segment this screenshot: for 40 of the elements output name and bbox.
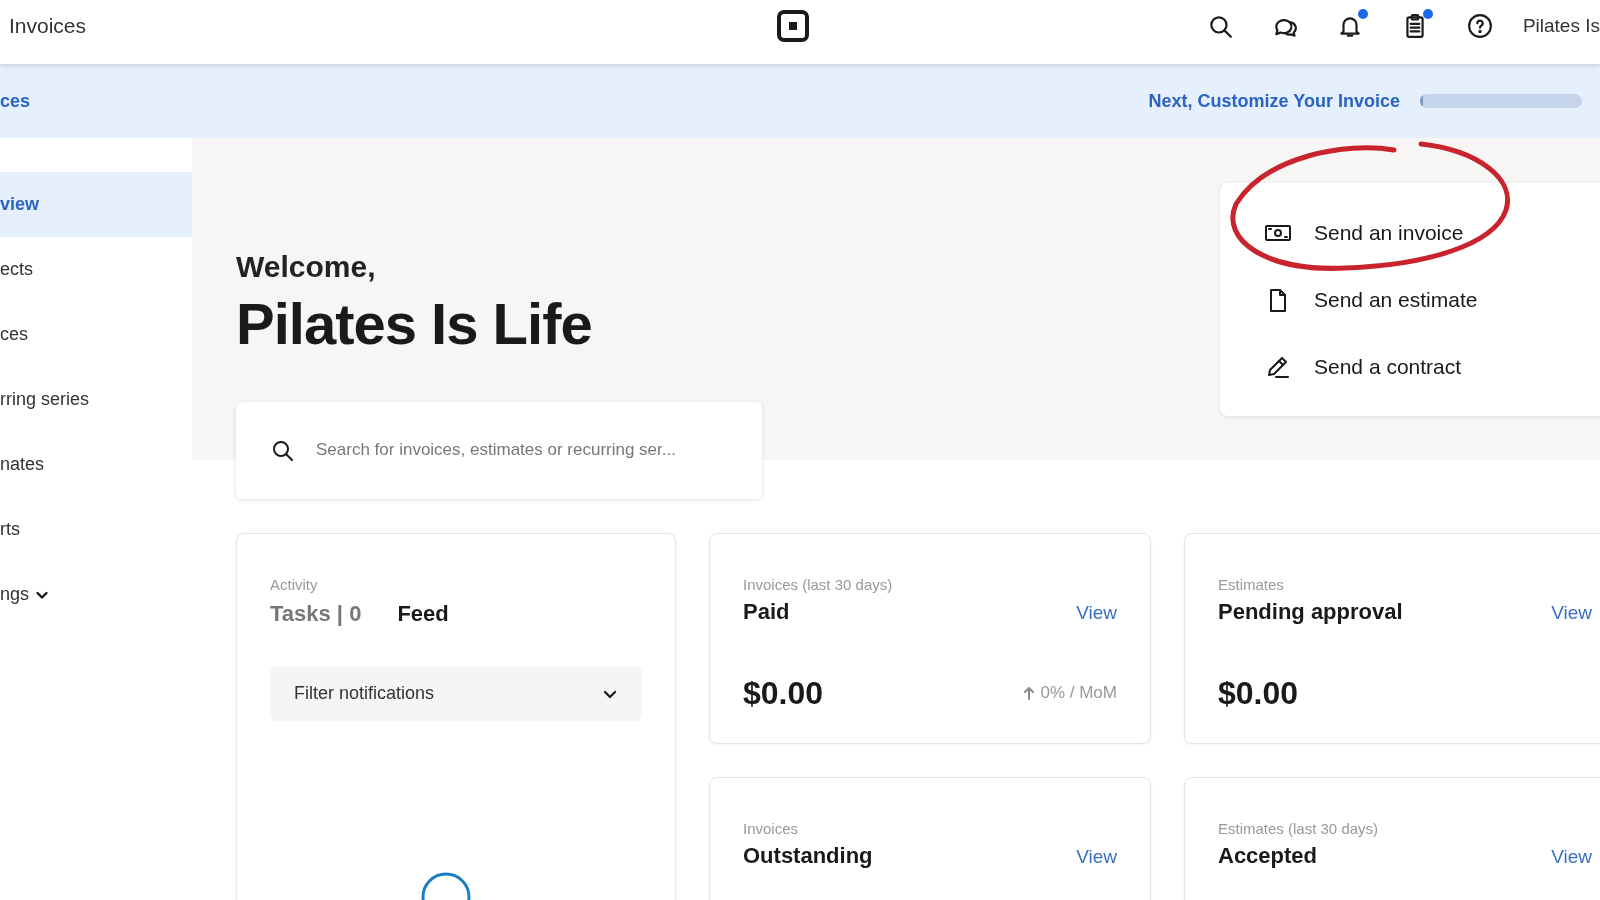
card-title: Paid: [743, 598, 790, 625]
arrow-up-icon: [1023, 686, 1036, 701]
menu-item[interactable]: Send an estimate: [1264, 266, 1478, 333]
view-link[interactable]: View: [1551, 601, 1592, 624]
view-link[interactable]: View: [1076, 845, 1117, 868]
search-icon: [270, 438, 294, 463]
filter-dropdown[interactable]: Filter notifications: [270, 666, 642, 721]
sidebar-item[interactable]: nates: [0, 432, 192, 497]
trend-value: 0% / MoM: [1040, 683, 1117, 704]
amount: $0.00: [743, 674, 824, 712]
card-label: Invoices (last 30 days): [743, 575, 894, 593]
welcome-text: Welcome,: [236, 250, 377, 284]
menu-item[interactable]: Send a contract: [1264, 333, 1462, 400]
sidebar-item[interactable]: rts: [0, 497, 192, 562]
view-link[interactable]: View: [1076, 601, 1117, 624]
tab[interactable]: Tasks | 0: [270, 600, 362, 627]
tab[interactable]: Feed: [397, 600, 449, 627]
business-name: Pilates Is Life: [236, 292, 593, 356]
amount: $0.00: [1218, 674, 1299, 712]
banner-link[interactable]: ces: [0, 90, 31, 112]
next-step-link[interactable]: Next, Customize Your Invoice: [1148, 90, 1400, 112]
account-name[interactable]: Pilates Is: [1522, 15, 1600, 37]
card-title: Pending approval: [1218, 598, 1403, 625]
card-label: Activity: [270, 575, 319, 593]
sidebar-item[interactable]: ngs: [0, 562, 192, 627]
sidebar-item[interactable]: ects: [0, 237, 192, 302]
card-title: Outstanding: [743, 842, 873, 869]
card-title: Accepted: [1218, 842, 1318, 869]
card-label: Estimates (last 30 days): [1218, 819, 1380, 837]
view-link[interactable]: View: [1551, 845, 1592, 868]
sidebar-item[interactable]: ces: [0, 302, 192, 367]
card-label: Invoices: [743, 819, 800, 837]
help-icon: [1466, 13, 1493, 39]
sidebar-item[interactable]: view: [0, 172, 192, 237]
search-input[interactable]: Search for invoices, estimates or recurring ser...: [314, 439, 738, 462]
menu-item[interactable]: Send an invoice: [1264, 199, 1464, 266]
logo-icon: [776, 9, 810, 43]
card-label: Estimates: [1218, 575, 1285, 593]
sidebar-item[interactable]: rring series: [0, 367, 192, 432]
page-title: Invoices: [9, 14, 88, 38]
